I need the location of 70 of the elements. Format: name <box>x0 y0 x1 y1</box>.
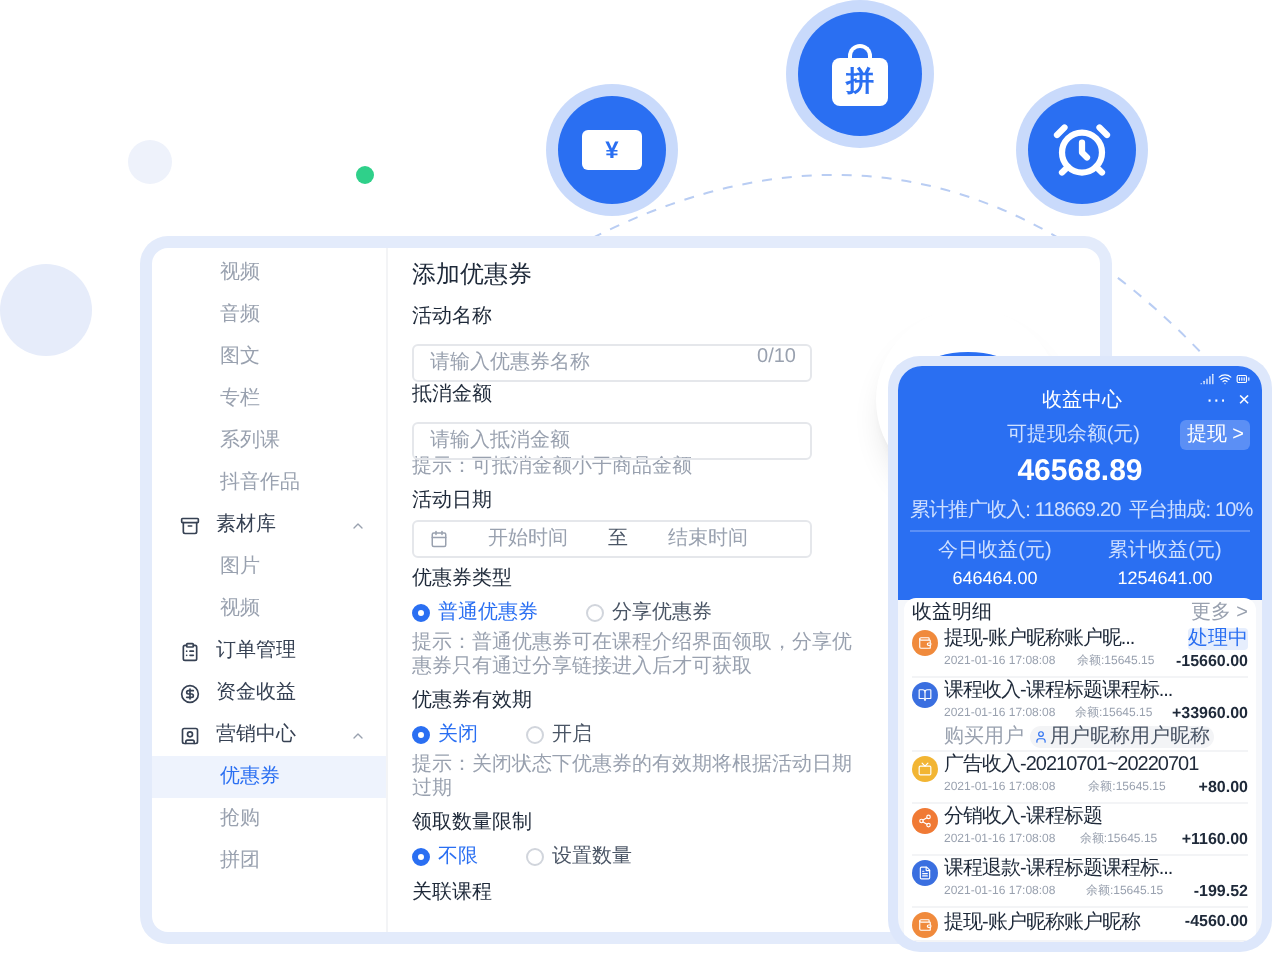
more-button[interactable]: ··· <box>1206 386 1227 416</box>
transaction-title: 提现-账户昵称账户昵称 <box>944 911 1142 933</box>
sidebar-item[interactable]: 抢购 <box>152 798 386 840</box>
total-label: 累计收益(元) <box>1108 537 1222 565</box>
field-label: 优惠券有效期 <box>412 687 532 716</box>
signal-icon <box>1200 372 1214 386</box>
sidebar-group[interactable]: 素材库 <box>152 504 386 546</box>
wifi-icon <box>1218 372 1232 386</box>
radio-option[interactable]: 分享优惠券 <box>586 598 712 628</box>
total-value: 646464.00 <box>952 565 1038 591</box>
transaction-title: 分销收入-课程标题 <box>944 806 1104 828</box>
page-title: 收益中心 <box>1040 387 1125 416</box>
transaction-title: 课程收入-课程标题课程标... <box>944 680 1175 702</box>
sidebar-item[interactable]: 拼团 <box>152 840 386 882</box>
balance-amount: 46568.89 <box>1015 452 1145 492</box>
sidebar-group[interactable]: 营销中心 <box>152 714 386 756</box>
buyer-label: 购买用户 <box>944 726 1024 748</box>
total-label: 今日收益(元) <box>938 537 1052 565</box>
radio-option[interactable]: 普通优惠券 <box>412 598 538 628</box>
sidebar-item[interactable]: 专栏 <box>152 378 386 420</box>
stat-text: 平台抽成: 10% <box>1128 497 1253 525</box>
radio-option[interactable]: 设置数量 <box>526 842 632 872</box>
transaction-amount: -15660.00 <box>1175 650 1248 674</box>
field-label: 优惠券类型 <box>412 565 512 594</box>
field-label: 领取数量限制 <box>412 809 532 838</box>
char-counter: 0/10 <box>757 344 796 372</box>
balance-label: 可提现余额(元) <box>1004 421 1143 450</box>
transaction-amount: +80.00 <box>1198 776 1248 800</box>
transaction-title: 课程退款-课程标题课程标... <box>944 858 1175 880</box>
radio-option[interactable]: 开启 <box>526 720 592 750</box>
list-title: 收益明细 <box>912 599 992 627</box>
form-title: 添加优惠券 <box>412 258 534 292</box>
field-label: 抵消金额 <box>412 381 492 410</box>
transaction-amount: +1160.00 <box>1181 828 1248 852</box>
buyer-chip: 用户昵称用户昵称 <box>1030 726 1214 748</box>
text-input[interactable]: 请输入抵消金额 <box>412 422 812 460</box>
stat-text: 累计推广收入: 118669.20 <box>910 497 1121 525</box>
sidebar-item[interactable]: 图片 <box>152 546 386 588</box>
more-link[interactable]: 更多 > <box>1190 597 1248 627</box>
sidebar-item[interactable]: 抖音作品 <box>152 462 386 504</box>
status-tag: 处理中 <box>1188 628 1248 650</box>
total-value: 1254641.00 <box>1117 565 1213 591</box>
radio-option[interactable]: 关闭 <box>412 720 478 750</box>
transaction-amount: -199.52 <box>1193 880 1248 904</box>
transaction-amount: -4560.00 <box>1184 910 1248 934</box>
calendar-icon <box>430 530 448 548</box>
sidebar-group[interactable]: 订单管理 <box>152 630 386 672</box>
withdraw-button[interactable]: 提现 > <box>1180 420 1250 450</box>
battery-icon <box>1236 372 1250 386</box>
sidebar-item[interactable]: 视频 <box>152 588 386 630</box>
sidebar-item[interactable]: 图文 <box>152 336 386 378</box>
sidebar-item[interactable]: 视频 <box>152 252 386 294</box>
ticket-icon: ¥ <box>582 130 642 170</box>
field-label: 活动日期 <box>412 487 492 516</box>
hint-text: 提示：关闭状态下优惠券的有效期将根据活动日期过期 <box>412 754 854 802</box>
field-label: 关联课程 <box>412 879 492 908</box>
radio-option[interactable]: 不限 <box>412 842 478 872</box>
hint-text: 提示：普通优惠券可在课程介绍界面领取，分享优惠券只有通过分享链接进入后才可获取 <box>412 632 854 680</box>
transaction-title: 提现-账户昵称账户昵... <box>944 628 1137 650</box>
sidebar-group[interactable]: 资金收益 <box>152 672 386 714</box>
user-icon <box>1034 730 1048 744</box>
date-range-input[interactable]: 开始时间 至 结束时间 <box>412 520 812 558</box>
field-label: 活动名称 <box>412 304 492 332</box>
transaction-amount: +33960.00 <box>1171 702 1248 726</box>
sidebar-item[interactable]: 系列课 <box>152 420 386 462</box>
sidebar-item[interactable]: 音频 <box>152 294 386 336</box>
close-button[interactable]: × <box>1238 386 1250 416</box>
sidebar-item[interactable]: 优惠券 <box>152 756 386 798</box>
alarm-clock-icon <box>1052 120 1112 180</box>
transaction-title: 广告收入-20210701~20220701 <box>944 754 1201 776</box>
